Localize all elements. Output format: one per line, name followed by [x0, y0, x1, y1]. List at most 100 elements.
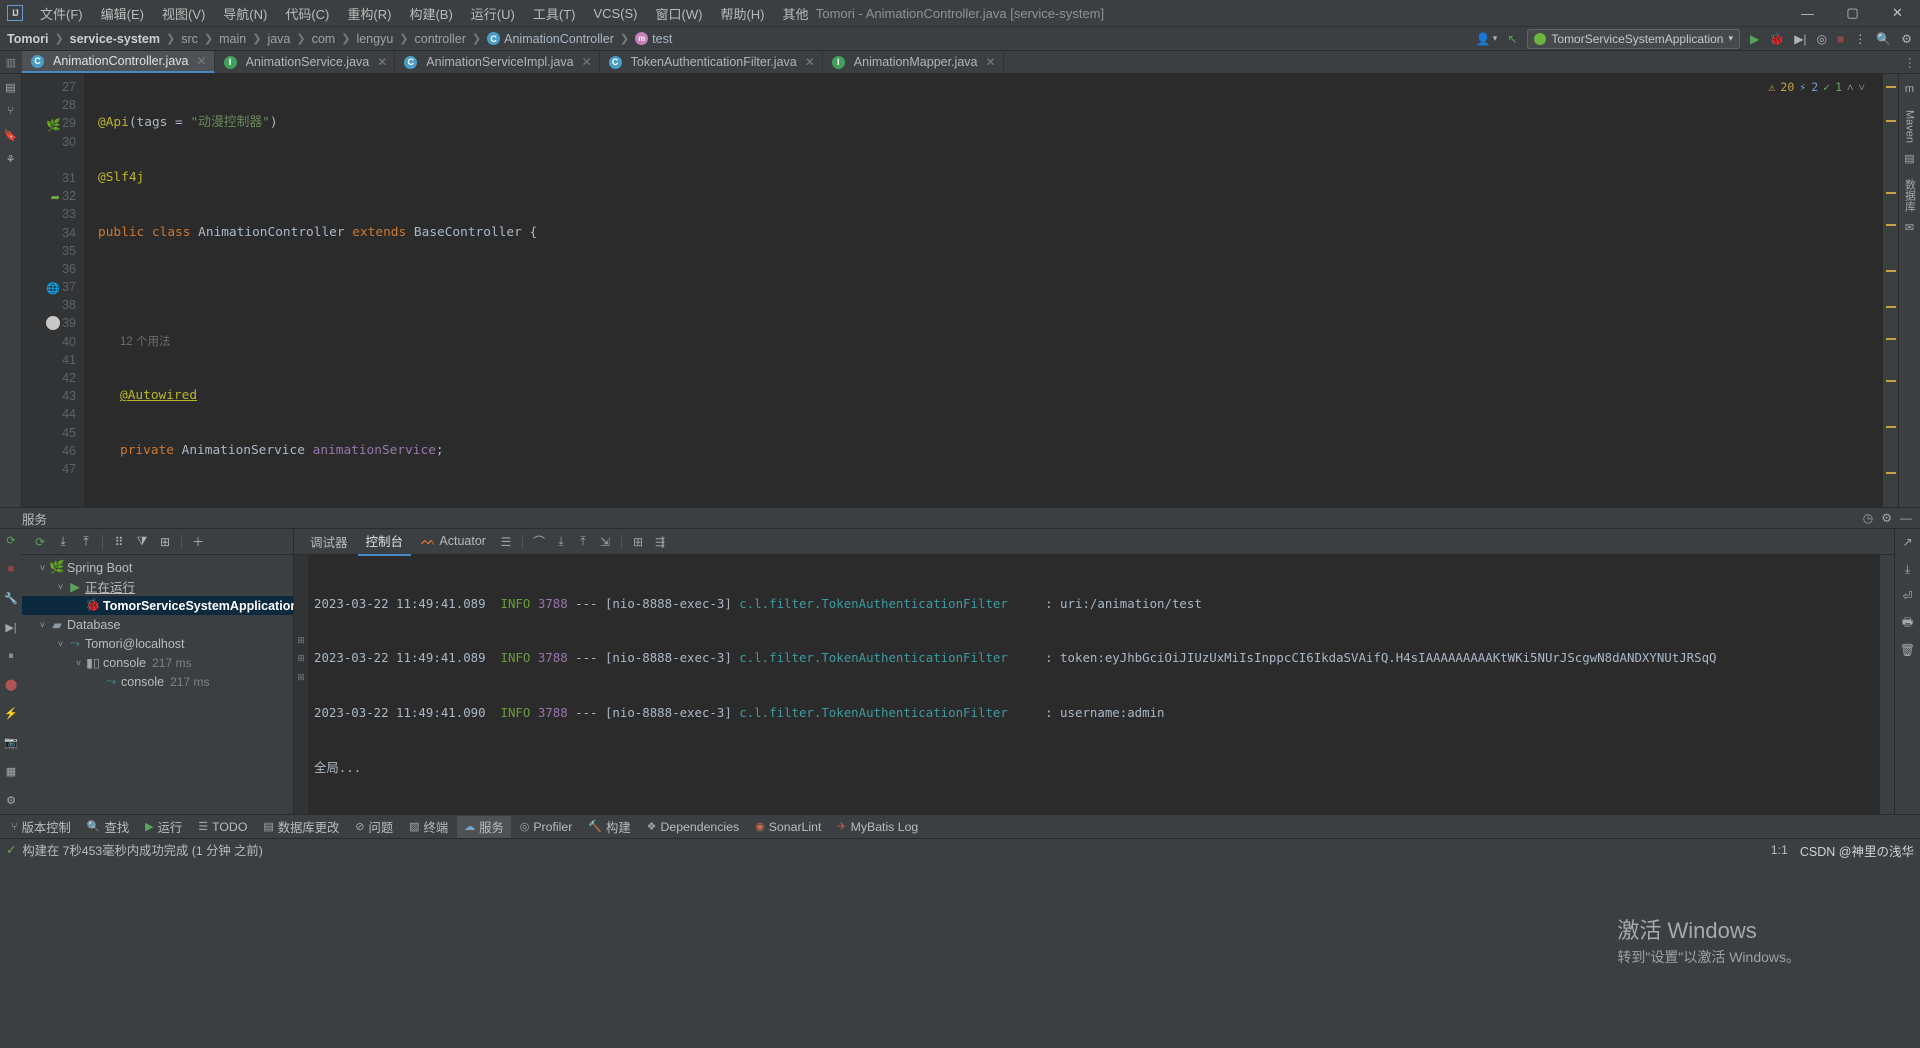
menu-help[interactable]: 帮助(H): [711, 1, 773, 26]
mute-breakpoints-icon[interactable]: ⬤: [2, 678, 20, 693]
tool-todo[interactable]: ☰ TODO: [191, 818, 254, 836]
minimize-panel-icon[interactable]: —: [1900, 511, 1912, 525]
settings-icon[interactable]: ⚙: [1897, 30, 1916, 48]
structure-tool-icon[interactable]: ⚘: [2, 150, 20, 168]
breadcrumb-java[interactable]: java: [266, 32, 291, 46]
close-icon[interactable]: ✕: [805, 55, 815, 69]
tab-animationmapper[interactable]: I AnimationMapper.java ✕: [823, 51, 1004, 73]
camera-icon[interactable]: 📷: [2, 735, 20, 750]
maximize-button[interactable]: ▢: [1830, 0, 1875, 26]
group-icon[interactable]: ⠿: [109, 532, 129, 552]
main-menu[interactable]: 文件(F) 编辑(E) 视图(V) 导航(N) 代码(C) 重构(R) 构建(B…: [31, 1, 818, 26]
collapse-all-icon[interactable]: ⤒: [76, 532, 96, 552]
filter-icon[interactable]: ⧩: [132, 532, 152, 552]
tool-profiler[interactable]: ◎ Profiler: [513, 818, 580, 836]
project-tool-icon[interactable]: ▤: [2, 78, 20, 96]
fold-expand-icon[interactable]: ⊞: [294, 649, 308, 667]
tool-dependencies[interactable]: ❖ Dependencies: [640, 818, 747, 836]
spring-bean-gutter-icon[interactable]: 🌿: [46, 116, 61, 132]
scroll-to-end-icon[interactable]: ⤓: [1899, 560, 1917, 578]
menu-code[interactable]: 代码(C): [276, 1, 338, 26]
tool-problems[interactable]: ⊘ 问题: [348, 816, 400, 838]
avatar-icon[interactable]: 👤 ▾: [1472, 30, 1501, 48]
menu-navigate[interactable]: 导航(N): [214, 1, 276, 26]
tab-animationservice[interactable]: I AnimationService.java ✕: [215, 51, 396, 73]
soft-wrap-icon[interactable]: ⇶: [650, 532, 670, 552]
next-problem-icon[interactable]: ˅: [1859, 78, 1866, 96]
settings-icon[interactable]: 🔧: [2, 591, 20, 606]
table-view-icon[interactable]: ⊞: [628, 532, 648, 552]
caret-position[interactable]: 1:1: [1771, 843, 1788, 857]
url-mapping-gutter-icon[interactable]: 🌐: [46, 280, 60, 295]
menu-refactor[interactable]: 重构(R): [338, 1, 400, 26]
stripe-warning-mark[interactable]: [1886, 270, 1896, 272]
settings-gear-icon[interactable]: ⚙: [2, 793, 20, 808]
run-button[interactable]: ▶: [1746, 30, 1763, 48]
tab-animationcontroller[interactable]: C AnimationController.java ✕: [22, 51, 215, 73]
layout-icon[interactable]: ▦: [2, 764, 20, 779]
menu-other[interactable]: 其他: [773, 1, 817, 26]
breakpoint-icon[interactable]: [46, 316, 60, 331]
stripe-warning-mark[interactable]: [1886, 338, 1896, 340]
window-controls[interactable]: — ▢ ✕: [1785, 0, 1920, 26]
breadcrumb-project[interactable]: Tomori: [6, 32, 49, 46]
menu-window[interactable]: 窗口(W): [647, 1, 712, 26]
database-label[interactable]: 数据库: [1902, 179, 1918, 212]
rerun-icon[interactable]: ⟳: [2, 533, 20, 548]
step-out-icon[interactable]: ⤒: [573, 532, 593, 552]
breadcrumb-lengyu[interactable]: lengyu: [355, 32, 394, 46]
chevron-down-icon[interactable]: ˅: [54, 582, 67, 592]
rerun-icon[interactable]: ⟳: [30, 532, 50, 552]
tab-console[interactable]: 控制台: [357, 529, 412, 556]
tab-animationserviceimpl[interactable]: C AnimationServiceImpl.java ✕: [395, 51, 600, 73]
menu-vcs[interactable]: VCS(S): [584, 3, 646, 24]
tab-actuator[interactable]: ᨓ Actuator: [413, 530, 494, 553]
settings-icon[interactable]: ⚙: [1881, 511, 1892, 525]
step-into-icon[interactable]: ⤓: [551, 532, 571, 552]
menu-edit[interactable]: 编辑(E): [92, 1, 153, 26]
stripe-warning-mark[interactable]: [1886, 192, 1896, 194]
tool-sonarlint[interactable]: ◉ SonarLint: [748, 818, 828, 836]
stop-icon[interactable]: ■: [2, 562, 20, 577]
close-button[interactable]: ✕: [1875, 0, 1920, 26]
tree-row-tomorservicesystemapplication[interactable]: 🐞 TomorServiceSystemApplication :88: [22, 596, 315, 615]
menu-run[interactable]: 运行(U): [462, 1, 524, 26]
tab-overflow-icon[interactable]: ⋮: [1904, 51, 1920, 73]
editor-gutter[interactable]: 27 28− 29🌿 30 31 32➦ 33 34 35− 36− 37🌐− …: [22, 74, 96, 507]
show-in-new-tab-icon[interactable]: ⊞: [155, 532, 175, 552]
fold-expand-icon[interactable]: ⊞: [294, 631, 308, 649]
clear-all-icon[interactable]: 🗑: [1899, 641, 1917, 659]
hide-icon[interactable]: ↗: [1899, 533, 1917, 551]
breadcrumb-main[interactable]: main: [218, 32, 247, 46]
print-icon[interactable]: 🖶: [1899, 614, 1917, 632]
chevron-down-icon[interactable]: ˅: [54, 639, 67, 649]
stripe-warning-mark[interactable]: [1886, 306, 1896, 308]
tool-services[interactable]: ☁ 服务: [457, 815, 511, 838]
breadcrumb-com[interactable]: com: [311, 32, 337, 46]
search-everywhere-icon[interactable]: 🔍: [1872, 30, 1895, 48]
console-body[interactable]: ⊞ ⊞ ⊞ 2023-03-22 11:49:41.089 INFO 3788 …: [294, 555, 1894, 814]
profiler-button[interactable]: ◎: [1813, 30, 1831, 48]
stripe-warning-mark[interactable]: [1886, 120, 1896, 122]
stripe-warning-mark[interactable]: [1886, 86, 1896, 88]
close-icon[interactable]: ✕: [985, 55, 995, 69]
run-configuration-selector[interactable]: TomorServiceSystemApplication ▾: [1527, 28, 1740, 49]
step-over-icon[interactable]: ⌒: [529, 532, 549, 552]
tree-row-spring-boot[interactable]: ˅ 🌿 Spring Boot: [22, 558, 293, 577]
tool-terminal[interactable]: ▧ 终端: [402, 816, 455, 838]
debug-button[interactable]: 🐞: [1765, 30, 1788, 48]
autowired-gutter-icon[interactable]: ➦: [46, 189, 60, 204]
expand-all-icon[interactable]: ⤓: [53, 532, 73, 552]
tree-row-console[interactable]: ˅ ▮▯ console 217 ms: [22, 653, 293, 672]
tool-mybatis-log[interactable]: ✈ MyBatis Log: [830, 818, 925, 836]
tool-find[interactable]: 🔍 查找: [80, 816, 136, 838]
chevron-down-icon[interactable]: ˅: [36, 620, 49, 630]
console-gutter[interactable]: ⊞ ⊞ ⊞: [294, 555, 308, 814]
pause-icon[interactable]: ⏸: [2, 649, 20, 664]
editor-inspection-status[interactable]: ⚠ 20 ⚡ 2 ✓ 1 ˄ ˅: [1768, 78, 1865, 96]
tool-build[interactable]: 🔨 构建: [581, 816, 637, 838]
breadcrumb-method[interactable]: m test: [634, 32, 673, 46]
tool-version-control[interactable]: ⑂ 版本控制: [4, 816, 78, 838]
menu-build[interactable]: 构建(B): [400, 1, 461, 26]
close-icon[interactable]: ✕: [582, 55, 592, 69]
